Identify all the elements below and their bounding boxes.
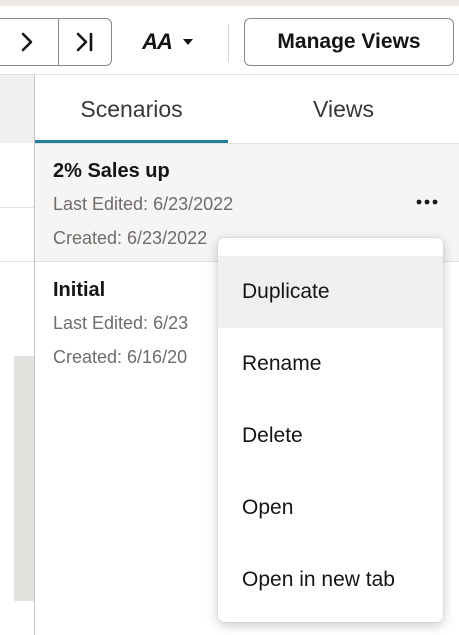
scenario-created: Created: 6/23/2022 (53, 228, 208, 248)
next-button[interactable] (0, 18, 58, 66)
background-grid-header (0, 75, 34, 143)
scenario-created: Created: 6/16/20 (53, 347, 188, 367)
scenario-title: Initial (53, 279, 106, 301)
more-options-button[interactable] (410, 190, 444, 214)
chevron-right-bar-icon (76, 32, 93, 52)
scenario-last-edited: Last Edited: 6/23 (53, 313, 189, 333)
manage-views-label: Manage Views (277, 30, 421, 53)
menu-item-duplicate[interactable]: Duplicate (218, 256, 443, 328)
font-size-icon: AA (142, 29, 173, 54)
menu-item-rename[interactable]: Rename (218, 328, 443, 400)
grid-shaded-area (14, 356, 34, 601)
last-button[interactable] (58, 18, 112, 66)
tab-scenarios-label: Scenarios (80, 95, 183, 122)
more-horizontal-icon (416, 199, 438, 205)
menu-item-delete[interactable]: Delete (218, 400, 443, 472)
menu-item-label: Open (242, 496, 294, 519)
menu-item-open-in-new-tab[interactable]: Open in new tab (218, 544, 443, 616)
tab-views-label: Views (313, 95, 374, 122)
menu-item-label: Delete (242, 424, 303, 447)
menu-item-open[interactable]: Open (218, 472, 443, 544)
toolbar: AA Manage Views (0, 0, 459, 75)
grid-divider (0, 207, 34, 208)
panel-tabs: Scenarios Views (35, 75, 459, 144)
menu-item-label: Rename (242, 352, 322, 375)
caret-down-icon (182, 39, 193, 45)
scenario-context-menu: Duplicate Rename Delete Open Open in new… (218, 238, 443, 622)
toolbar-divider (228, 24, 229, 62)
menu-item-label: Open in new tab (242, 568, 395, 591)
tab-views[interactable]: Views (228, 75, 459, 143)
chevron-right-icon (21, 32, 32, 52)
manage-views-button[interactable]: Manage Views (244, 18, 454, 66)
selected-tab-indicator (35, 140, 228, 143)
font-size-button[interactable]: AA (122, 18, 214, 66)
scenario-title: 2% Sales up (53, 160, 170, 182)
menu-item-label: Duplicate (242, 280, 330, 303)
grid-divider (0, 261, 34, 262)
tab-scenarios[interactable]: Scenarios (35, 75, 228, 143)
scenario-last-edited: Last Edited: 6/23/2022 (53, 194, 234, 214)
background-grid (0, 75, 35, 635)
